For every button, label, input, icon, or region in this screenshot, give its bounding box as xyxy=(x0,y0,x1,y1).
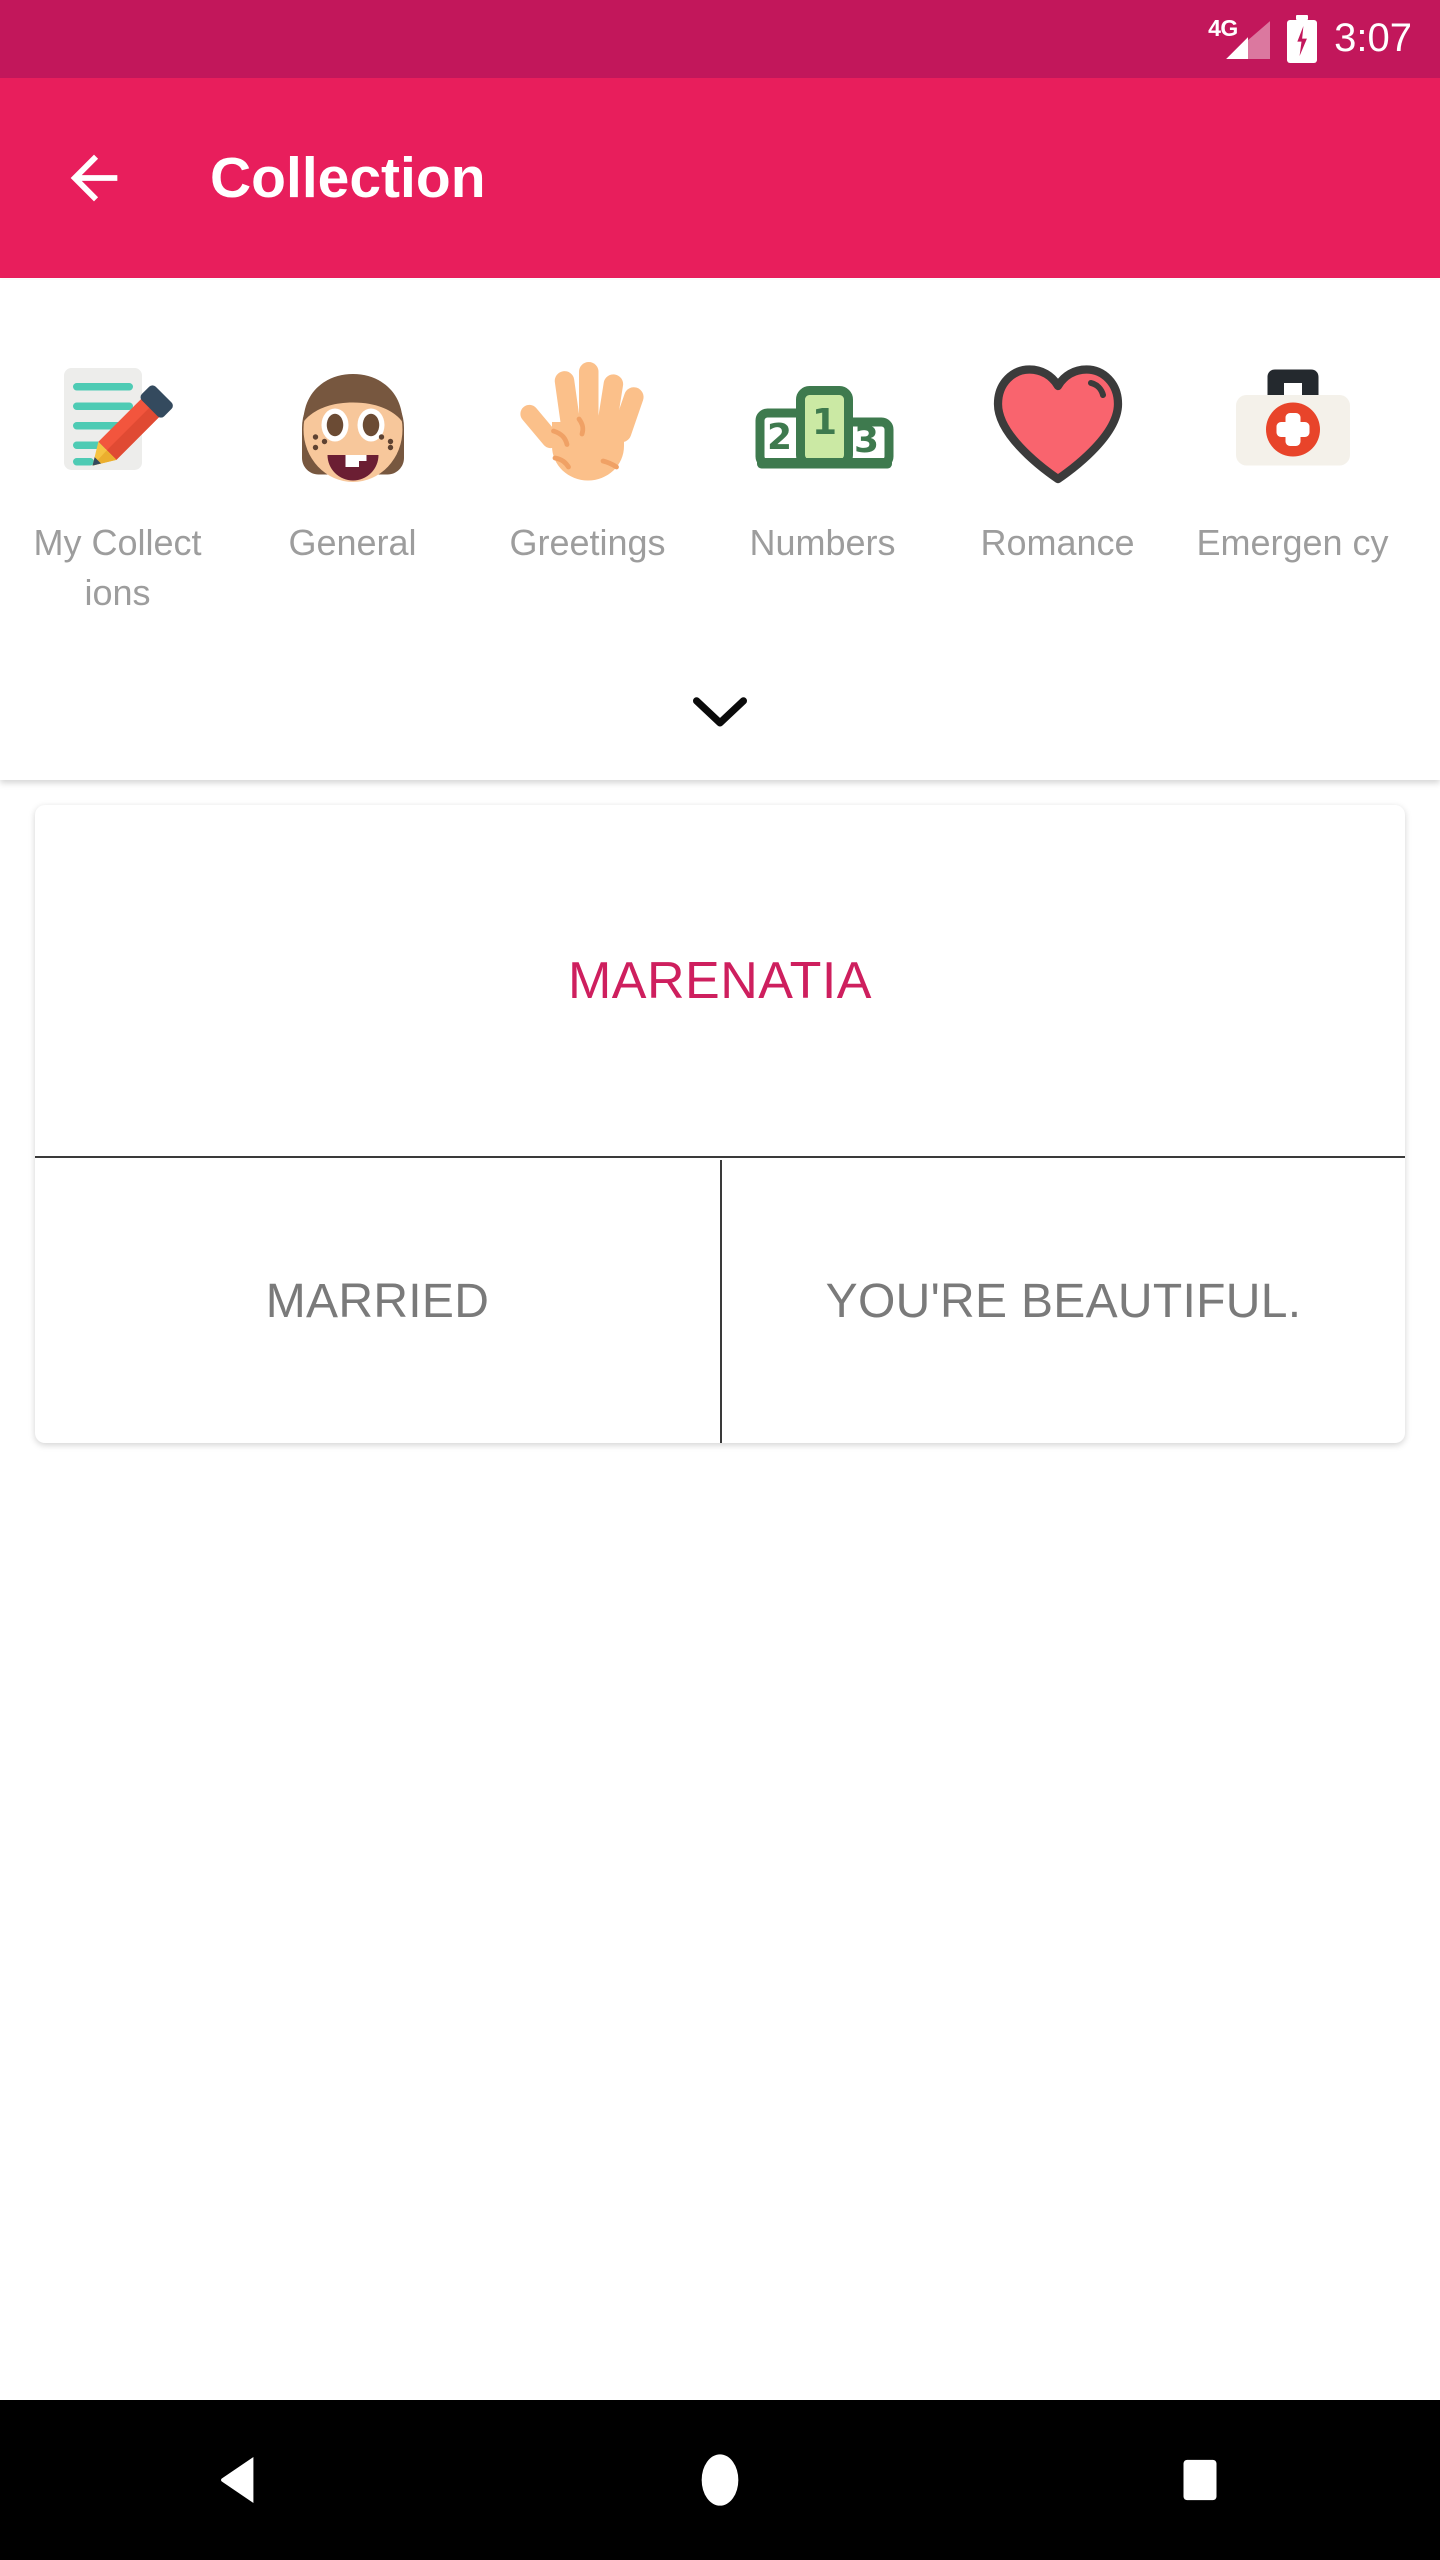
category-item-numbers[interactable]: 2 1 3 Numbers xyxy=(705,340,940,618)
app-bar: Collection xyxy=(0,78,1440,278)
category-item-my-collections[interactable]: My Collect ions xyxy=(0,340,235,618)
back-button[interactable] xyxy=(36,120,152,236)
phrase-card: MARENATIA MARRIED YOU'RE BEAUTIFUL. xyxy=(35,805,1405,1443)
nav-recents-button[interactable] xyxy=(1110,2400,1290,2560)
phrase-card-title-area[interactable]: MARENATIA xyxy=(35,805,1405,1158)
category-item-romance[interactable]: Romance xyxy=(940,340,1175,618)
nav-home-circle-icon xyxy=(701,2454,739,2506)
nav-back-triangle-icon xyxy=(221,2457,254,2503)
podium-123-icon: 2 1 3 xyxy=(738,340,908,510)
signal-bars-icon: 4G xyxy=(1208,15,1271,63)
memo-pencil-icon xyxy=(33,340,203,510)
category-item-general[interactable]: General xyxy=(235,340,470,618)
expand-categories-button[interactable] xyxy=(0,668,1440,758)
first-aid-kit-icon xyxy=(1208,340,1378,510)
phrase-card-title: MARENATIA xyxy=(567,951,872,1010)
category-panel: My Collect ions General Greetings 2 1 3 … xyxy=(0,280,1440,780)
category-label: Emergen cy xyxy=(1196,522,1389,563)
category-label: Romance xyxy=(980,522,1135,563)
category-item-greetings[interactable]: Greetings xyxy=(470,340,705,618)
svg-text:2: 2 xyxy=(766,417,791,458)
heart-icon xyxy=(973,340,1143,510)
system-navigation-bar xyxy=(0,2400,1440,2560)
category-label: General xyxy=(288,522,417,563)
chevron-down-icon xyxy=(693,697,747,727)
phrase-cell-text: YOU'RE BEAUTIFUL. xyxy=(825,1275,1302,1328)
phrase-card-cells: MARRIED YOU'RE BEAUTIFUL. xyxy=(35,1160,1405,1443)
nav-home-button[interactable] xyxy=(630,2400,810,2560)
category-label: Numbers xyxy=(749,522,896,563)
category-label: My Collect ions xyxy=(33,522,202,613)
svg-text:3: 3 xyxy=(853,420,878,461)
status-bar-right-group: 4G 3:07 xyxy=(1208,15,1412,63)
app-root: 4G 3:07 Collection My Collect ions Gener… xyxy=(0,0,1440,2560)
girl-face-icon xyxy=(268,340,438,510)
phrase-cell-text: MARRIED xyxy=(265,1275,490,1328)
svg-text:1: 1 xyxy=(811,402,836,443)
status-bar-clock: 3:07 xyxy=(1334,15,1412,60)
page-title: Collection xyxy=(210,146,486,210)
phrase-cell-left[interactable]: MARRIED xyxy=(35,1160,720,1443)
category-item-emergency[interactable]: Emergen cy xyxy=(1175,340,1410,618)
network-type-label: 4G xyxy=(1208,15,1238,41)
nav-back-button[interactable] xyxy=(150,2400,330,2560)
back-arrow-icon xyxy=(70,154,118,202)
phrase-cell-right[interactable]: YOU'RE BEAUTIFUL. xyxy=(720,1160,1405,1443)
category-row: My Collect ions General Greetings 2 1 3 … xyxy=(0,340,1440,618)
status-bar: 4G 3:07 xyxy=(0,0,1440,78)
raised-hand-icon xyxy=(503,340,673,510)
category-label: Greetings xyxy=(509,522,666,563)
nav-recents-square-icon xyxy=(1183,2459,1217,2501)
battery-charging-icon xyxy=(1287,15,1318,63)
